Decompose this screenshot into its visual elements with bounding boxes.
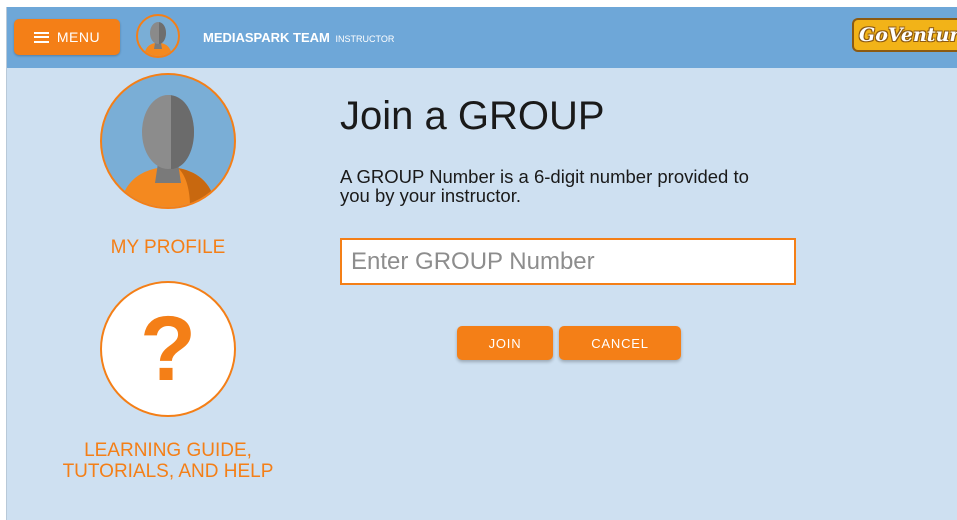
page-title: Join a GROUP xyxy=(340,94,605,138)
user-avatar[interactable] xyxy=(136,14,180,58)
learning-guide-link[interactable]: LEARNING GUIDE, TUTORIALS, AND HELP xyxy=(42,440,294,482)
profile-avatar[interactable] xyxy=(100,73,236,209)
hamburger-icon xyxy=(33,31,49,43)
group-description: A GROUP Number is a 6-digit number provi… xyxy=(340,166,749,206)
cancel-button[interactable]: CANCEL xyxy=(559,326,681,360)
team-title: MEDIASPARK TEAM INSTRUCTOR xyxy=(203,30,394,45)
app-frame: MENU MEDIASPARK TEAM INSTRUCTOR GoVentur… xyxy=(6,7,957,520)
profile-avatar-icon xyxy=(120,95,216,207)
help-question-icon[interactable]: ? xyxy=(100,281,236,417)
my-profile-link[interactable]: MY PROFILE xyxy=(62,237,274,259)
goventure-logo[interactable]: GoVenture xyxy=(852,18,957,52)
menu-button-label: MENU xyxy=(56,29,101,45)
join-button[interactable]: JOIN xyxy=(457,326,553,360)
group-number-input[interactable] xyxy=(340,238,796,285)
avatar-icon xyxy=(144,22,172,56)
team-role: INSTRUCTOR xyxy=(335,34,395,44)
menu-button[interactable]: MENU xyxy=(14,19,120,55)
top-bar: MENU MEDIASPARK TEAM INSTRUCTOR GoVentur… xyxy=(7,7,957,68)
team-name: MEDIASPARK TEAM xyxy=(203,30,330,45)
